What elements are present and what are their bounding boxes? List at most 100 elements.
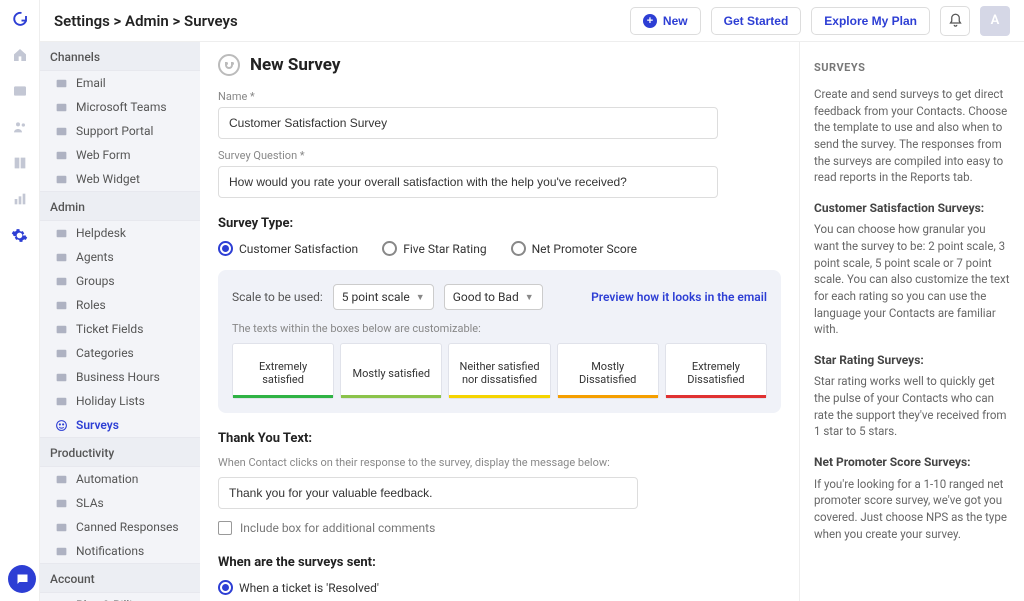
sidebar-item-label: Canned Responses [76, 520, 179, 534]
scale-bar [341, 395, 441, 398]
rail-tickets-icon[interactable] [11, 82, 29, 100]
scale-cell-text: Mostly Dissatisfied [564, 360, 652, 386]
scale-bar [666, 395, 766, 398]
sidebar-group-header: Admin [40, 191, 200, 221]
sidebar-group-header: Productivity [40, 437, 200, 467]
sidebar-item-notifications[interactable]: Notifications [40, 539, 200, 563]
rail-reports-icon[interactable] [11, 190, 29, 208]
sidebar-item-helpdesk[interactable]: Helpdesk [40, 221, 200, 245]
sidebar-item-web-form[interactable]: Web Form [40, 143, 200, 167]
sidebar-item-groups[interactable]: Groups [40, 269, 200, 293]
help-s1-title: Customer Satisfaction Surveys: [814, 200, 1010, 217]
sidebar-item-label: Roles [76, 298, 106, 312]
scale-cell-text: Extremely Dissatisfied [672, 360, 760, 386]
thank-you-input[interactable] [218, 477, 638, 509]
notifications-button[interactable] [940, 6, 970, 36]
sidebar-item-label: Notifications [76, 544, 144, 558]
sidebar-item-agents[interactable]: Agents [40, 245, 200, 269]
radio-label: Customer Satisfaction [239, 242, 358, 256]
sidebar-item-label: Ticket Fields [76, 322, 143, 336]
scale-cell[interactable]: Extremely satisfied [232, 343, 334, 399]
sidebar-item-ticket-fields[interactable]: Ticket Fields [40, 317, 200, 341]
sidebar-item-plan-billing[interactable]: Plan & Billing [40, 593, 200, 601]
teams-icon [54, 100, 68, 114]
sidebar-item-roles[interactable]: Roles [40, 293, 200, 317]
page-title: New Survey [250, 55, 340, 75]
order-select[interactable]: Good to Bad▼ [444, 284, 543, 310]
radio-icon [218, 241, 233, 256]
radio-icon [511, 241, 526, 256]
sidebar-item-label: Categories [76, 346, 134, 360]
chat-fab[interactable] [8, 565, 36, 593]
topbar: Settings > Admin > Surveys +New Get Star… [40, 0, 1024, 42]
help-s2-body: Star rating works well to quickly get th… [814, 373, 1010, 440]
sidebar-item-label: Automation [76, 472, 138, 486]
scale-cell[interactable]: Neither satisfied nor dissatisfied [448, 343, 550, 399]
scale-bar [449, 395, 549, 398]
rail-contacts-icon[interactable] [11, 118, 29, 136]
radio-label: Five Star Rating [403, 242, 486, 256]
sidebar-item-canned-responses[interactable]: Canned Responses [40, 515, 200, 539]
sidebar-item-automation[interactable]: Automation [40, 467, 200, 491]
bolt-icon [54, 472, 68, 486]
scale-cell-text: Extremely satisfied [239, 360, 327, 386]
sidebar-item-holiday-lists[interactable]: Holiday Lists [40, 389, 200, 413]
scale-select[interactable]: 5 point scale▼ [333, 284, 434, 310]
agents-icon [54, 250, 68, 264]
survey-type-customer-satisfaction[interactable]: Customer Satisfaction [218, 241, 358, 256]
sidebar-item-categories[interactable]: Categories [40, 341, 200, 365]
scale-cell-text: Mostly satisfied [347, 367, 435, 380]
preview-link[interactable]: Preview how it looks in the email [591, 290, 767, 304]
chevron-down-icon: ▼ [525, 292, 534, 303]
rail-home-icon[interactable] [11, 46, 29, 64]
get-started-button[interactable]: Get Started [711, 7, 802, 35]
rail-kb-icon[interactable] [11, 154, 29, 172]
sidebar-item-slas[interactable]: SLAs [40, 491, 200, 515]
categories-icon [54, 346, 68, 360]
sidebar-item-label: Web Form [76, 148, 131, 162]
scale-label: Scale to be used: [232, 290, 323, 304]
explore-plan-button[interactable]: Explore My Plan [811, 7, 930, 35]
new-button[interactable]: +New [630, 7, 701, 35]
radio-icon [218, 580, 233, 595]
rail-settings-icon[interactable] [11, 226, 29, 244]
sidebar-item-microsoft-teams[interactable]: Microsoft Teams [40, 95, 200, 119]
survey-type-net-promoter-score[interactable]: Net Promoter Score [511, 241, 637, 256]
sidebar-item-support-portal[interactable]: Support Portal [40, 119, 200, 143]
rail-logo-icon[interactable] [11, 10, 29, 28]
sidebar-item-label: Groups [76, 274, 115, 288]
form-icon [54, 148, 68, 162]
bell-icon [54, 544, 68, 558]
scale-cell[interactable]: Extremely Dissatisfied [665, 343, 767, 399]
sidebar-item-business-hours[interactable]: Business Hours [40, 365, 200, 389]
widget-icon [54, 172, 68, 186]
survey-type-five-star-rating[interactable]: Five Star Rating [382, 241, 486, 256]
sidebar-item-label: Support Portal [76, 124, 153, 138]
question-input[interactable] [218, 166, 718, 198]
form-area: New Survey Name * Survey Question * Surv… [200, 42, 799, 601]
when-sent-radios: When a ticket is 'Resolved'When a ticket… [218, 580, 781, 601]
canned-icon [54, 520, 68, 534]
name-input[interactable] [218, 107, 718, 139]
help-heading: SURVEYS [814, 60, 1010, 76]
sidebar-item-web-widget[interactable]: Web Widget [40, 167, 200, 191]
avatar[interactable]: A [980, 6, 1010, 36]
when-sent-option[interactable]: When a ticket is 'Resolved' [218, 580, 781, 595]
settings-sidebar: ChannelsEmailMicrosoft TeamsSupport Port… [40, 42, 200, 601]
plus-icon: + [643, 14, 657, 28]
sidebar-item-surveys[interactable]: Surveys [40, 413, 200, 437]
clock-icon [54, 370, 68, 384]
survey-type-radios: Customer Satisfaction Five Star Rating Net… [218, 241, 781, 256]
when-sent-label: When are the surveys sent: [218, 555, 781, 570]
helpdesk-icon [54, 226, 68, 240]
scale-panel: Scale to be used: 5 point scale▼ Good to… [218, 270, 781, 413]
sidebar-item-label: Holiday Lists [76, 394, 145, 408]
help-panel: SURVEYS Create and send surveys to get d… [799, 42, 1024, 601]
sidebar-item-email[interactable]: Email [40, 71, 200, 95]
scale-cell[interactable]: Mostly Dissatisfied [557, 343, 659, 399]
help-s3-body: If you're looking for a 1-10 ranged net … [814, 476, 1010, 543]
scale-cell[interactable]: Mostly satisfied [340, 343, 442, 399]
include-comments-row[interactable]: Include box for additional comments [218, 521, 781, 535]
chevron-down-icon: ▼ [416, 292, 425, 303]
thank-you-hint: When Contact clicks on their response to… [218, 456, 781, 469]
